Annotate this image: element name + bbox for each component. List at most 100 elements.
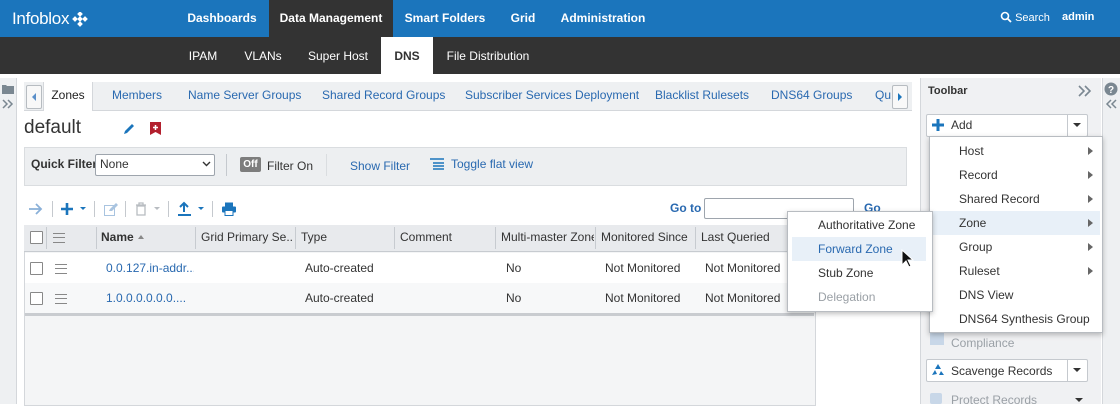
help-panel-strip[interactable]	[1102, 78, 1120, 404]
column-header-multi-master-zone[interactable]: Multi-master Zone	[501, 225, 594, 251]
submenu-item-delegation-label: Delegation	[818, 290, 876, 304]
tab-shared-record-groups[interactable]: Shared Record Groups	[322, 82, 445, 110]
nav-administration[interactable]: Administration	[552, 0, 654, 37]
menu-item-zone-label: Zone	[959, 216, 987, 230]
collapse-toolbar-icon[interactable]	[1078, 85, 1092, 97]
nav-data-management[interactable]: Data Management	[269, 0, 393, 37]
export-upload-icon[interactable]	[177, 201, 205, 217]
chevron-left-icon	[32, 93, 36, 101]
compliance-item[interactable]: Compliance	[951, 336, 1014, 350]
row-monitored-since: Not Monitored	[605, 261, 681, 275]
row-multi-master: No	[506, 291, 522, 305]
submenu-item-stub-zone-label: Stub Zone	[818, 266, 874, 280]
user-menu[interactable]: admin	[1062, 0, 1094, 37]
grid-scrollbar[interactable]	[25, 313, 814, 316]
help-icon[interactable]: ?	[1104, 82, 1118, 96]
bookmark-icon[interactable]	[149, 121, 162, 136]
divider	[52, 201, 53, 217]
column-separator	[96, 227, 97, 249]
row-last-queried: Not Monitored	[705, 291, 781, 305]
expand-help-icon[interactable]	[1105, 99, 1117, 109]
search-button[interactable]: Search	[1000, 0, 1050, 37]
menu-item-shared-record[interactable]: Shared Record	[930, 187, 1100, 211]
nav-dashboards[interactable]: Dashboards	[176, 0, 268, 37]
subnav-file-distribution[interactable]: File Distribution	[442, 37, 534, 74]
menu-item-host[interactable]: Host	[930, 139, 1100, 163]
menu-item-ruleset[interactable]: Ruleset	[930, 259, 1100, 283]
sort-ascending-icon	[138, 235, 145, 239]
tab-qu-truncated[interactable]: Qu	[875, 82, 891, 110]
menu-item-zone[interactable]: Zone	[930, 211, 1100, 235]
compliance-icon	[930, 333, 944, 345]
subnav-dns[interactable]: DNS	[381, 37, 433, 74]
edit-icon-disabled[interactable]	[104, 203, 118, 216]
menu-item-dns64-synthesis-group-label: DNS64 Synthesis Group	[959, 312, 1090, 326]
add-dropdown-icon[interactable]	[60, 202, 86, 216]
submenu-item-delegation[interactable]: Delegation	[788, 285, 930, 309]
column-header-name[interactable]: Name	[101, 225, 191, 251]
column-header-monitored-since[interactable]: Monitored Since	[601, 225, 694, 251]
subnav-ipam[interactable]: IPAM	[180, 37, 226, 74]
submenu-item-authoritative-zone[interactable]: Authoritative Zone	[788, 213, 930, 237]
edit-pencil-icon[interactable]	[122, 122, 136, 136]
subnav-super-host[interactable]: Super Host	[302, 37, 374, 74]
filter-toggle-off[interactable]: Off	[240, 157, 261, 172]
row-name-link[interactable]: 0.0.127.in-addr...	[106, 253, 194, 283]
add-label: Add	[951, 118, 973, 132]
menu-item-group[interactable]: Group	[930, 235, 1100, 259]
expand-panel-icon[interactable]	[2, 99, 14, 109]
divider	[212, 201, 213, 217]
quick-filter-select[interactable]: None	[95, 154, 215, 176]
menu-item-ruleset-label: Ruleset	[959, 264, 1000, 278]
delete-trash-icon-disabled[interactable]	[134, 202, 162, 216]
divider	[168, 201, 169, 217]
tab-dns64-groups[interactable]: DNS64 Groups	[771, 82, 852, 110]
tab-scroll-right[interactable]	[892, 85, 908, 109]
toggle-flat-view-link[interactable]: Toggle flat view	[451, 157, 533, 171]
menu-item-dns-view[interactable]: DNS View	[930, 283, 1100, 307]
column-header-type[interactable]: Type	[301, 225, 391, 251]
column-header-grid-primary[interactable]: Grid Primary Se...	[201, 225, 294, 251]
row-checkbox[interactable]	[30, 262, 43, 275]
submenu-arrow-icon	[1088, 171, 1093, 179]
row-menu-icon[interactable]	[55, 264, 67, 274]
tab-blacklist-rulesets[interactable]: Blacklist Rulesets	[655, 82, 749, 110]
select-all-checkbox[interactable]	[30, 231, 43, 244]
menu-item-record[interactable]: Record	[930, 163, 1100, 187]
search-icon	[1000, 11, 1012, 23]
add-button[interactable]: Add	[926, 114, 1088, 137]
scavenge-records-label: Scavenge Records	[951, 364, 1053, 378]
column-separator	[394, 227, 395, 249]
filter-on-label: Filter On	[267, 159, 314, 173]
row-name-link[interactable]: 1.0.0.0.0.0.0....	[106, 283, 194, 313]
tab-scroll-left[interactable]	[26, 85, 42, 109]
tab-name-server-groups[interactable]: Name Server Groups	[188, 82, 301, 110]
menu-item-dns64-synthesis-group[interactable]: DNS64 Synthesis Group	[930, 307, 1100, 331]
tab-zones[interactable]: Zones	[43, 82, 93, 111]
protect-records-item[interactable]: Protect Records	[951, 393, 1037, 407]
subnav-vlans[interactable]: VLANs	[236, 37, 290, 74]
arrow-right-icon[interactable]	[28, 202, 44, 216]
row-checkbox[interactable]	[30, 292, 43, 305]
chevron-down-icon	[1073, 368, 1081, 372]
row-menu-icon[interactable]	[55, 294, 67, 304]
divider	[125, 201, 126, 217]
page-title: default	[24, 117, 82, 138]
column-header-comment[interactable]: Comment	[400, 225, 490, 251]
mouse-pointer-icon	[901, 249, 914, 268]
divider	[226, 154, 227, 176]
left-collapsed-panel[interactable]	[0, 78, 17, 404]
divider	[1067, 360, 1068, 381]
nav-smart-folders[interactable]: Smart Folders	[395, 0, 495, 37]
scavenge-records-button[interactable]: Scavenge Records	[926, 359, 1088, 382]
infoblox-logo[interactable]: Infoblox	[12, 9, 69, 29]
tab-subscriber-services-deployment[interactable]: Subscriber Services Deployment	[465, 82, 639, 110]
tab-members[interactable]: Members	[112, 82, 162, 110]
chevron-down-icon[interactable]	[1075, 398, 1083, 403]
nav-grid[interactable]: Grid	[502, 0, 544, 37]
column-header-last-queried[interactable]: Last Queried	[701, 225, 791, 251]
column-menu-icon[interactable]	[53, 233, 65, 243]
show-filter-link[interactable]: Show Filter	[350, 159, 410, 173]
print-icon[interactable]	[221, 202, 237, 216]
divider	[94, 201, 95, 217]
